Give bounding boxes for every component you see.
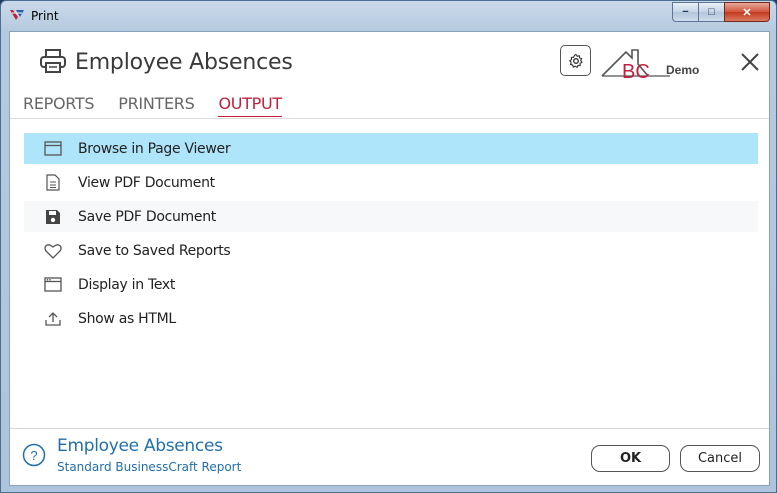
window-title: Print	[31, 9, 59, 23]
document-icon	[44, 174, 62, 191]
window-icon	[44, 140, 62, 157]
floppy-disk-icon	[44, 208, 62, 225]
report-title: Employee Absences	[57, 436, 223, 456]
heart-icon	[44, 242, 62, 259]
output-item-view-pdf[interactable]: View PDF Document	[24, 167, 758, 198]
print-window: Print − □ ✕ Employee Absences BC Demo RE…	[0, 0, 777, 493]
tabs-divider	[10, 118, 769, 119]
dialog-header: Employee Absences BC Demo	[10, 32, 769, 92]
app-logo-icon	[10, 10, 24, 20]
title-bar[interactable]: Print − □ ✕	[1, 1, 776, 31]
dialog-content: Employee Absences BC Demo REPORTS PRINTE…	[9, 31, 770, 486]
export-tray-icon	[44, 310, 62, 327]
output-item-display-text[interactable]: Display in Text	[24, 269, 758, 300]
output-item-label: Show as HTML	[78, 311, 176, 327]
output-item-browse-page-viewer[interactable]: Browse in Page Viewer	[24, 133, 758, 164]
logo-demo-label: Demo	[666, 63, 700, 77]
printer-icon	[40, 49, 66, 73]
maximize-button[interactable]: □	[698, 2, 724, 22]
svg-text:?: ?	[30, 448, 37, 463]
close-icon[interactable]	[739, 51, 761, 73]
help-icon[interactable]: ?	[22, 443, 46, 467]
page-title: Employee Absences	[75, 50, 293, 75]
tab-printers[interactable]: PRINTERS	[118, 94, 195, 117]
text-window-icon	[44, 276, 62, 293]
tab-reports[interactable]: REPORTS	[23, 94, 95, 117]
output-item-label: Browse in Page Viewer	[78, 141, 231, 157]
ok-button[interactable]: OK	[591, 445, 670, 472]
bc-logo: BC	[601, 49, 670, 82]
output-item-label: Display in Text	[78, 277, 176, 293]
output-item-show-html[interactable]: Show as HTML	[24, 303, 758, 334]
cancel-button[interactable]: Cancel	[680, 445, 760, 472]
tab-output[interactable]: OUTPUT	[218, 94, 282, 117]
window-close-button[interactable]: ✕	[724, 2, 770, 22]
logo-text: BC	[622, 61, 650, 82]
output-item-label: Save to Saved Reports	[78, 243, 231, 259]
footer-divider	[10, 428, 769, 429]
output-item-label: View PDF Document	[78, 175, 215, 191]
output-item-save-pdf[interactable]: Save PDF Document	[24, 201, 758, 232]
minimize-button[interactable]: −	[672, 2, 698, 22]
output-item-save-saved-reports[interactable]: Save to Saved Reports	[24, 235, 758, 266]
settings-button[interactable]	[560, 45, 591, 76]
report-subtitle: Standard BusinessCraft Report	[57, 460, 242, 474]
output-item-label: Save PDF Document	[78, 209, 216, 225]
tab-bar: REPORTS PRINTERS OUTPUT	[23, 94, 306, 117]
gear-icon	[568, 53, 583, 68]
output-list: Browse in Page Viewer View PDF Document …	[24, 133, 758, 337]
